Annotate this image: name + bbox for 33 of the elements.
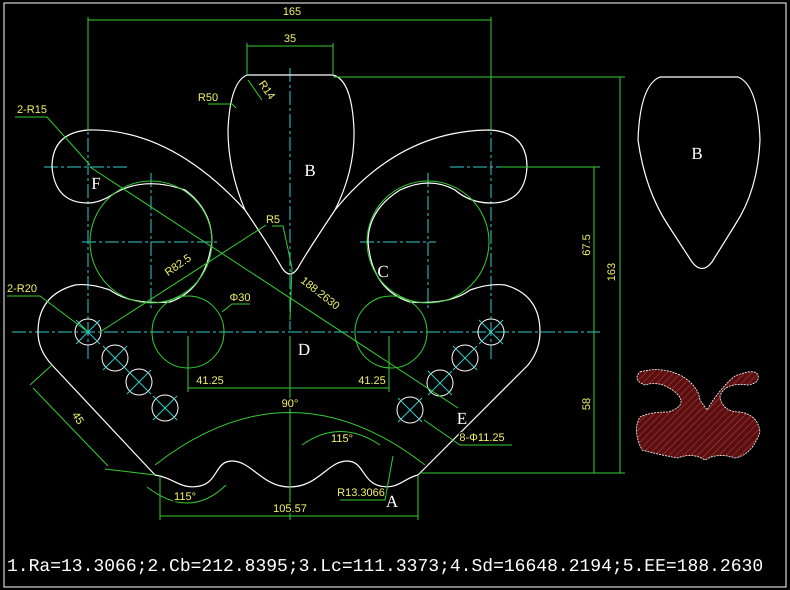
dimension-label: 115° (174, 491, 196, 503)
dimension-label: 165 (282, 6, 302, 18)
bolt-hole (478, 318, 504, 346)
bolt-hole (126, 368, 152, 396)
dimension-label: 35 (284, 33, 296, 45)
dimension-label: 58 (581, 398, 593, 410)
dimension-label: 45 (69, 410, 86, 427)
detail-label: B (691, 144, 703, 163)
dimension-label: 8-Φ11.25 (459, 432, 505, 444)
dimension-label: 41.25 (358, 375, 386, 387)
point-label: A (386, 492, 398, 511)
dimension-label: R5 (266, 214, 280, 226)
point-label: C (377, 262, 389, 281)
dimension-label: 115° (331, 433, 353, 445)
dimension-label: 41.25 (196, 375, 224, 387)
point-label: D (298, 340, 310, 359)
bolt-hole (452, 344, 478, 372)
dimension-label: 2-R20 (7, 283, 37, 295)
dimension-label: 163 (606, 262, 618, 282)
dimension-label: R50 (198, 92, 218, 104)
dimension-label: 67.5 (581, 234, 593, 256)
dimension-label: R13.3066 (337, 487, 385, 499)
bolt-hole (426, 370, 454, 396)
dimension-label: Φ30 (230, 292, 250, 304)
bolt-hole (74, 318, 102, 346)
bolt-hole (152, 394, 178, 422)
point-label: E (456, 409, 468, 428)
dimension-label: 2-R15 (17, 104, 47, 116)
results-text: 1.Ra=13.3066;2.Cb=212.8395;3.Lc=111.3373;4.Sd=16648.2194;5.EE=188.2630 (7, 557, 764, 577)
point-label: F (91, 174, 101, 193)
point-label: B (304, 161, 316, 180)
bolt-hole (102, 344, 128, 372)
bolt-hole (396, 396, 424, 424)
